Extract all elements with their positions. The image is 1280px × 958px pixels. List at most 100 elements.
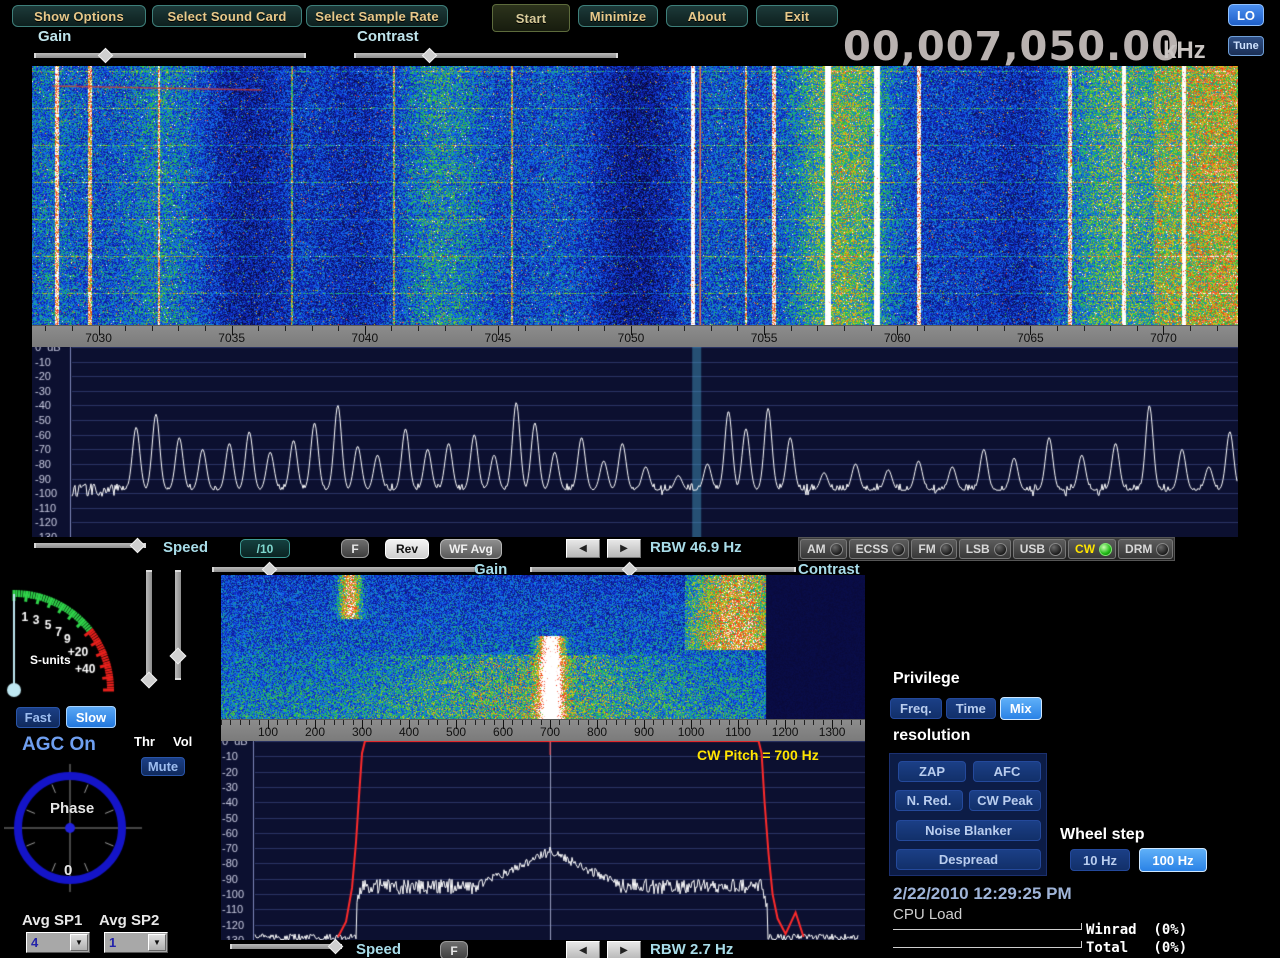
cpu-total-bar: [893, 947, 1081, 948]
cpu-winrad-bar: [893, 929, 1081, 930]
select-sound-card-button[interactable]: Select Sound Card: [152, 5, 302, 27]
axis-minor-tick: [296, 720, 297, 725]
axis-minor-tick: [428, 720, 429, 725]
privilege-options[interactable]: Freq.TimeMix: [890, 696, 1046, 720]
minimize-button[interactable]: Minimize: [578, 5, 658, 27]
axis-minor-tick: [125, 326, 126, 331]
mode-button-cw[interactable]: CW: [1068, 539, 1116, 559]
exit-button[interactable]: Exit: [756, 5, 838, 27]
noise-blanker-button[interactable]: Noise Blanker: [896, 820, 1041, 841]
axis-tick-label: 700: [540, 725, 560, 739]
start-button[interactable]: Start: [492, 4, 570, 32]
mode-button-lsb[interactable]: LSB: [959, 539, 1011, 559]
mode-label: FM: [918, 542, 935, 556]
slider-knob[interactable]: [170, 648, 187, 665]
mid-gain-slider[interactable]: [212, 564, 478, 574]
about-button[interactable]: About: [666, 5, 748, 27]
axis-minor-tick: [72, 326, 73, 331]
avg-sp1-select[interactable]: 4 ▼: [26, 932, 90, 953]
datetime-display: 2/22/2010 12:29:25 PM: [893, 884, 1072, 904]
wheel-step-100hz-button[interactable]: 100 Hz: [1139, 848, 1207, 872]
rf-spectrum[interactable]: [32, 347, 1238, 537]
axis-minor-tick: [522, 720, 523, 725]
axis-minor-tick: [625, 720, 626, 725]
axis-minor-tick: [475, 720, 476, 725]
mode-button-ecss[interactable]: ECSS: [849, 539, 910, 559]
avg-sp2-select[interactable]: 1 ▼: [104, 932, 168, 953]
wf-divider-button[interactable]: /10: [240, 539, 290, 558]
select-sample-rate-button[interactable]: Select Sample Rate: [306, 5, 448, 27]
afc-button[interactable]: AFC: [973, 761, 1041, 782]
tune-button[interactable]: Tune: [1228, 36, 1264, 56]
top-contrast-slider[interactable]: [354, 50, 618, 60]
slider-knob[interactable]: [130, 538, 146, 554]
axis-minor-tick: [381, 720, 382, 725]
s-units-label: S-units: [30, 653, 71, 667]
audio-right-arrow-button[interactable]: ▶: [607, 941, 641, 958]
axis-minor-tick: [1217, 326, 1218, 331]
wf-speed-slider[interactable]: [34, 540, 146, 550]
axis-tick-label: 7050: [618, 331, 645, 345]
frequency-readout[interactable]: 00,007,050.00: [843, 24, 1180, 70]
mode-button-am[interactable]: AM: [800, 539, 847, 559]
privilege-option-freq[interactable]: Freq.: [890, 698, 942, 719]
audio-spectrum[interactable]: [221, 741, 865, 940]
axis-minor-tick: [860, 720, 861, 725]
slider-knob[interactable]: [328, 939, 344, 955]
axis-minor-tick: [230, 720, 231, 725]
audio-rbw-label: RBW 2.7 Hz: [650, 941, 733, 958]
axis-tick-label: 900: [634, 725, 654, 739]
axis-tick-label: 7040: [351, 331, 378, 345]
audio-left-arrow-button[interactable]: ◀: [566, 941, 600, 958]
axis-tick-label: 800: [587, 725, 607, 739]
show-options-button[interactable]: Show Options: [12, 5, 146, 27]
mid-contrast-slider[interactable]: [530, 564, 796, 574]
wf-rev-button[interactable]: Rev: [385, 539, 429, 559]
axis-tick-label: 600: [493, 725, 513, 739]
cw-peak-button[interactable]: CW Peak: [969, 790, 1041, 811]
threshold-slider[interactable]: [143, 570, 155, 680]
axis-tick-label: 1200: [772, 725, 799, 739]
wf-right-arrow-button[interactable]: ▶: [607, 539, 641, 558]
mode-button-drm[interactable]: DRM: [1118, 539, 1173, 559]
slider-knob[interactable]: [98, 48, 114, 64]
chevron-down-icon[interactable]: ▼: [148, 934, 166, 951]
rf-frequency-axis: 703070357040704570507055706070657070: [32, 325, 1238, 347]
axis-minor-tick: [710, 720, 711, 725]
agc-fast-button[interactable]: Fast: [16, 707, 60, 728]
audio-f-button[interactable]: F: [440, 941, 468, 958]
privilege-option-mix[interactable]: Mix: [1000, 697, 1042, 720]
privilege-option-time[interactable]: Time: [946, 698, 996, 719]
audio-waterfall[interactable]: [221, 575, 865, 719]
axis-minor-tick: [817, 326, 818, 331]
volume-slider[interactable]: [172, 570, 184, 680]
frequency-unit: kHz: [1163, 37, 1206, 65]
mute-button[interactable]: Mute: [141, 757, 185, 776]
mode-button-fm[interactable]: FM: [911, 539, 956, 559]
axis-tick-label: 300: [352, 725, 372, 739]
axis-minor-tick: [312, 326, 313, 331]
slider-knob[interactable]: [422, 48, 438, 64]
zap-button[interactable]: ZAP: [898, 761, 966, 782]
axis-minor-tick: [604, 326, 605, 331]
chevron-down-icon[interactable]: ▼: [70, 934, 88, 951]
phase-scope[interactable]: [4, 762, 144, 898]
axis-minor-tick: [719, 720, 720, 725]
wheel-step-10hz-button[interactable]: 10 Hz: [1070, 849, 1130, 871]
lo-button[interactable]: LO: [1228, 4, 1264, 26]
noise-reduction-button[interactable]: N. Red.: [895, 790, 963, 811]
wf-f-button[interactable]: F: [341, 539, 369, 558]
agc-slow-button[interactable]: Slow: [66, 706, 116, 728]
mode-button-usb[interactable]: USB: [1013, 539, 1066, 559]
phase-label: Phase: [50, 800, 94, 817]
rf-waterfall[interactable]: [32, 66, 1238, 325]
axis-tick-label: 1100: [725, 725, 751, 739]
wf-avg-button[interactable]: WF Avg: [440, 539, 502, 559]
audio-speed-slider[interactable]: [230, 941, 342, 951]
top-gain-slider[interactable]: [34, 50, 306, 60]
wf-left-arrow-button[interactable]: ◀: [566, 539, 600, 558]
mode-selector[interactable]: AMECSS FM LSBUSBCWDRM: [798, 537, 1175, 561]
despread-button[interactable]: Despread: [896, 849, 1041, 870]
threshold-label: Thr: [134, 734, 155, 749]
axis-minor-tick: [45, 326, 46, 331]
